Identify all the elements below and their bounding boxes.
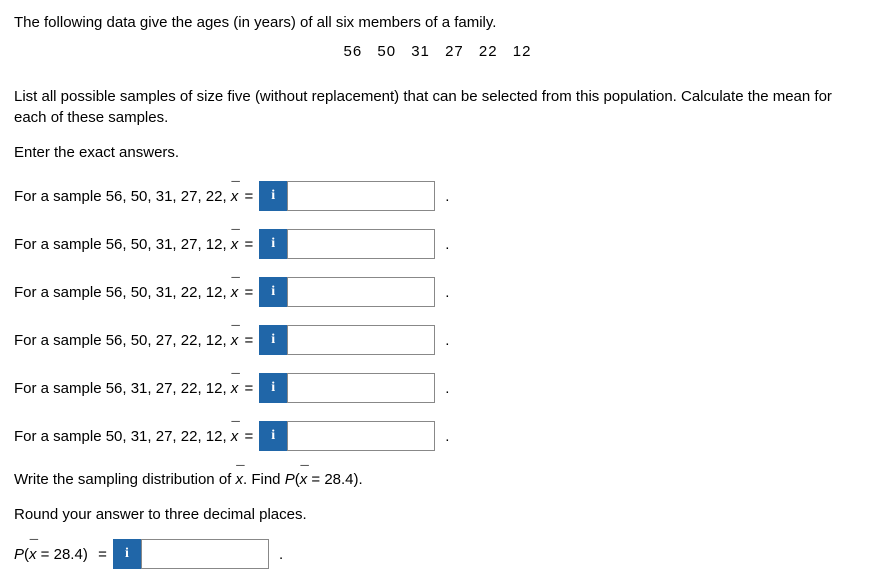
period: .: [445, 186, 449, 207]
answer-input-5[interactable]: [287, 373, 435, 403]
sample-row: For a sample 56, 50, 27, 22, 12, x = i .: [14, 325, 861, 355]
period: .: [445, 234, 449, 255]
sample-row: For a sample 56, 31, 27, 22, 12, x = i .: [14, 373, 861, 403]
sample-label: For a sample 56, 50, 31, 27, 22, x =: [14, 186, 259, 207]
info-icon[interactable]: i: [259, 229, 287, 259]
info-icon[interactable]: i: [259, 373, 287, 403]
sub-instruction-text: Enter the exact answers.: [14, 142, 861, 163]
info-icon[interactable]: i: [259, 181, 287, 211]
period: .: [445, 426, 449, 447]
problem-intro: The following data give the ages (in yea…: [14, 12, 861, 33]
sample-row: For a sample 56, 50, 31, 22, 12, x = i .: [14, 277, 861, 307]
sample-label: For a sample 50, 31, 27, 22, 12, x =: [14, 426, 259, 447]
instruction-text: List all possible samples of size five (…: [14, 86, 861, 128]
data-values: 56 50 31 27 22 12: [14, 41, 861, 62]
answer-input-4[interactable]: [287, 325, 435, 355]
answer-input-1[interactable]: [287, 181, 435, 211]
probability-label: P(x = 28.4) =: [14, 544, 113, 565]
answer-input-2[interactable]: [287, 229, 435, 259]
round-instruction: Round your answer to three decimal place…: [14, 504, 861, 525]
info-icon[interactable]: i: [259, 325, 287, 355]
bottom-section: Write the sampling distribution of x. Fi…: [14, 469, 861, 569]
sample-label: For a sample 56, 50, 31, 27, 12, x =: [14, 234, 259, 255]
period: .: [445, 330, 449, 351]
sample-row: For a sample 56, 50, 31, 27, 22, x = i .: [14, 181, 861, 211]
sample-label: For a sample 56, 50, 31, 22, 12, x =: [14, 282, 259, 303]
distribution-instruction: Write the sampling distribution of x. Fi…: [14, 469, 861, 490]
period: .: [279, 544, 283, 565]
sample-label: For a sample 56, 31, 27, 22, 12, x =: [14, 378, 259, 399]
info-icon[interactable]: i: [259, 277, 287, 307]
sample-row: For a sample 56, 50, 31, 27, 12, x = i .: [14, 229, 861, 259]
sample-label: For a sample 56, 50, 27, 22, 12, x =: [14, 330, 259, 351]
probability-input[interactable]: [141, 539, 269, 569]
answer-input-3[interactable]: [287, 277, 435, 307]
sample-row: For a sample 50, 31, 27, 22, 12, x = i .: [14, 421, 861, 451]
answer-input-6[interactable]: [287, 421, 435, 451]
period: .: [445, 282, 449, 303]
info-icon[interactable]: i: [113, 539, 141, 569]
period: .: [445, 378, 449, 399]
probability-row: P(x = 28.4) = i .: [14, 539, 861, 569]
info-icon[interactable]: i: [259, 421, 287, 451]
